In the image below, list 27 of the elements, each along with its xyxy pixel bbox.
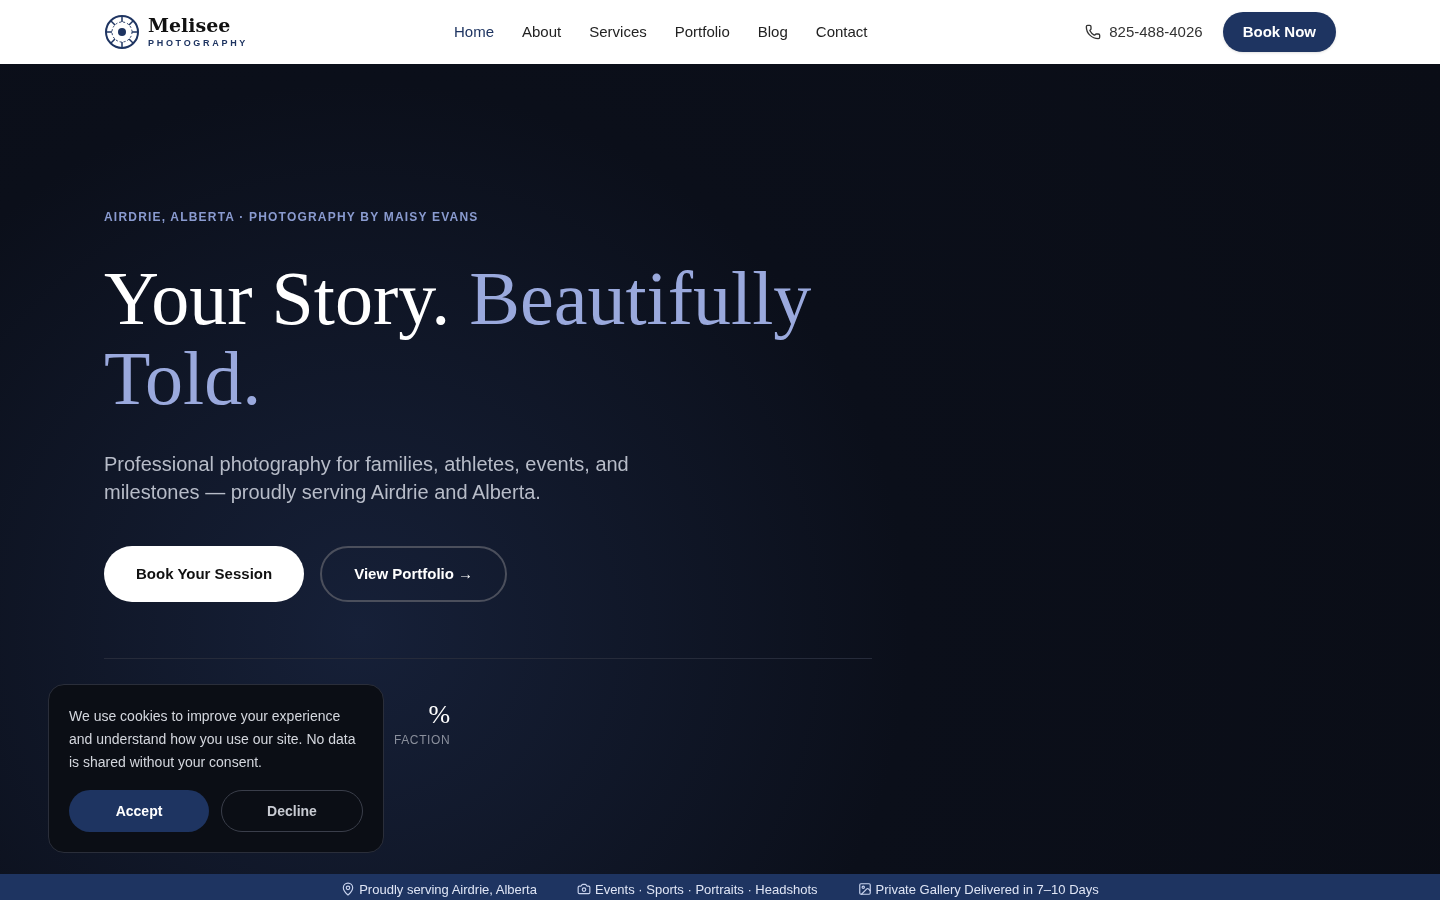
picture-icon <box>857 882 872 896</box>
hero-eyebrow: AIRDRIE, ALBERTA · PHOTOGRAPHY BY MAISY EVANS <box>104 209 480 226</box>
pin-icon <box>341 882 356 896</box>
strip-text: Private Gallery Delivered in 7–10 Days <box>875 882 1099 898</box>
book-now-button[interactable]: Book Now <box>1222 12 1336 52</box>
nav-link[interactable]: Contact <box>815 20 868 44</box>
brand-name: Melisee <box>148 13 232 38</box>
brand-tagline: PHOTOGRAPHY <box>148 37 249 51</box>
phone-number: 825-488-4026 <box>1109 21 1203 42</box>
nav-link[interactable]: Home <box>454 20 494 44</box>
phone-icon <box>1085 24 1102 40</box>
strip-text: Events · Sports · Portraits · Headshots <box>594 882 818 898</box>
strip-text: Proudly serving Airdrie, Alberta <box>359 882 537 898</box>
nav-link[interactable]: Services <box>589 20 647 44</box>
camera-icon <box>576 882 591 896</box>
cookie-message: We use cookies to improve your experience and understand how you use our site. No data is shared without your consent. <box>69 707 357 772</box>
accept-button[interactable]: Accept <box>69 790 209 832</box>
aperture-logo-icon <box>104 14 140 50</box>
nav-link[interactable]: Portfolio <box>674 20 730 44</box>
nav-link[interactable]: About <box>522 20 562 44</box>
hero-heading: Your Story. Beautifully Told. <box>104 258 813 418</box>
hero-subtitle: Professional photography for families, athletes, events, and milestones — proudly serving Airdrie and Alberta. <box>104 452 630 505</box>
stat-label: FACTION <box>394 732 451 749</box>
nav-link[interactable]: Blog <box>757 20 788 44</box>
view-portfolio-button[interactable]: View Portfolio → <box>320 546 508 602</box>
stat-value: % <box>428 703 451 727</box>
book-session-button[interactable]: Book Your Session <box>104 546 305 602</box>
